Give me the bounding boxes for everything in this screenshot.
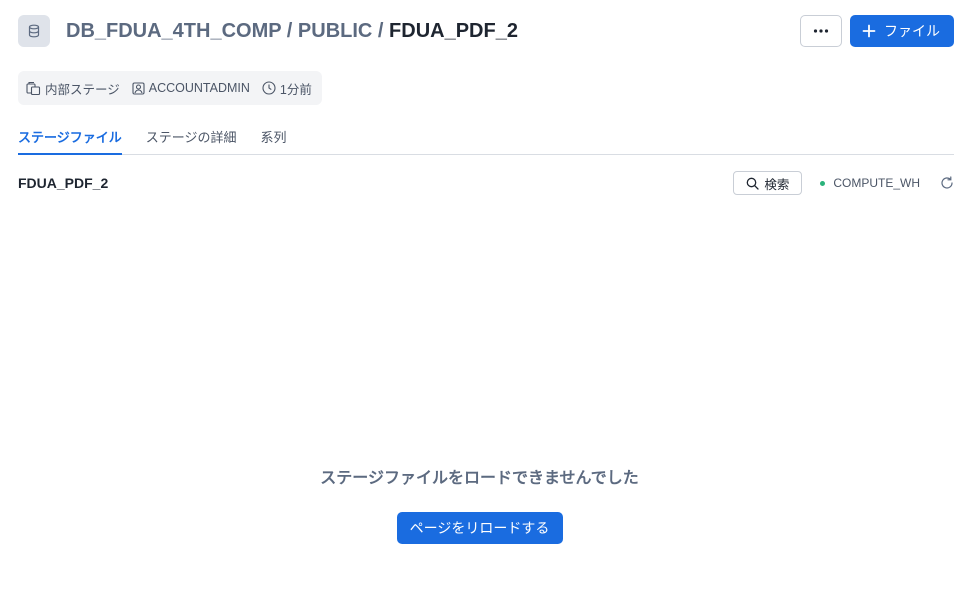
warehouse-status-dot (820, 180, 826, 186)
tab-bar: ステージファイル ステージの詳細 系列 (18, 125, 954, 155)
ellipsis-icon (813, 29, 829, 33)
page-header: DB_FDUA_4TH_COMP / PUBLIC / FDUA_PDF_2 フ… (18, 15, 954, 47)
file-toolbar: FDUA_PDF_2 検索 COMPUTE_WH (18, 171, 954, 195)
stage-owner: ACCOUNTADMIN (132, 81, 250, 95)
tab-lineage[interactable]: 系列 (261, 125, 287, 155)
add-file-button[interactable]: ファイル (850, 15, 954, 47)
stage-name-title: FDUA_PDF_2 (18, 175, 109, 191)
database-icon (18, 15, 50, 47)
updated-label: 1分前 (279, 82, 312, 97)
user-icon (132, 81, 145, 95)
more-actions-button[interactable] (800, 15, 842, 47)
breadcrumb-separator: / (281, 19, 298, 42)
stage-type: 内部ステージ (26, 79, 120, 98)
stage-meta-bar: 内部ステージ ACCOUNTADMIN 1分前 (18, 71, 322, 105)
reload-page-button[interactable]: ページをリロードする (396, 512, 563, 544)
search-icon (746, 177, 759, 190)
search-label: 検索 (764, 177, 790, 192)
breadcrumb-separator: / (372, 19, 390, 42)
breadcrumb-database[interactable]: DB_FDUA_4TH_COMP (66, 20, 281, 42)
empty-state: ステージファイルをロードできませんでした ページをリロードする (0, 464, 959, 544)
error-message: ステージファイルをロードできませんでした (320, 470, 639, 487)
breadcrumb: DB_FDUA_4TH_COMP / PUBLIC / FDUA_PDF_2 (66, 20, 518, 43)
refresh-button[interactable] (940, 176, 954, 190)
stage-icon (26, 81, 41, 96)
stage-updated: 1分前 (262, 79, 312, 98)
plus-icon (862, 24, 876, 38)
warehouse-selector[interactable]: COMPUTE_WH (820, 176, 920, 190)
tab-stage-details[interactable]: ステージの詳細 (146, 125, 237, 155)
search-button[interactable]: 検索 (733, 171, 803, 195)
breadcrumb-stage: FDUA_PDF_2 (389, 19, 518, 42)
refresh-icon (940, 176, 954, 190)
warehouse-label: COMPUTE_WH (833, 176, 920, 190)
clock-icon (262, 81, 276, 95)
breadcrumb-schema[interactable]: PUBLIC (298, 20, 372, 42)
tab-stage-files[interactable]: ステージファイル (18, 125, 122, 155)
owner-label: ACCOUNTADMIN (148, 81, 250, 95)
add-file-label: ファイル (884, 23, 940, 39)
stage-type-label: 内部ステージ (45, 82, 120, 97)
